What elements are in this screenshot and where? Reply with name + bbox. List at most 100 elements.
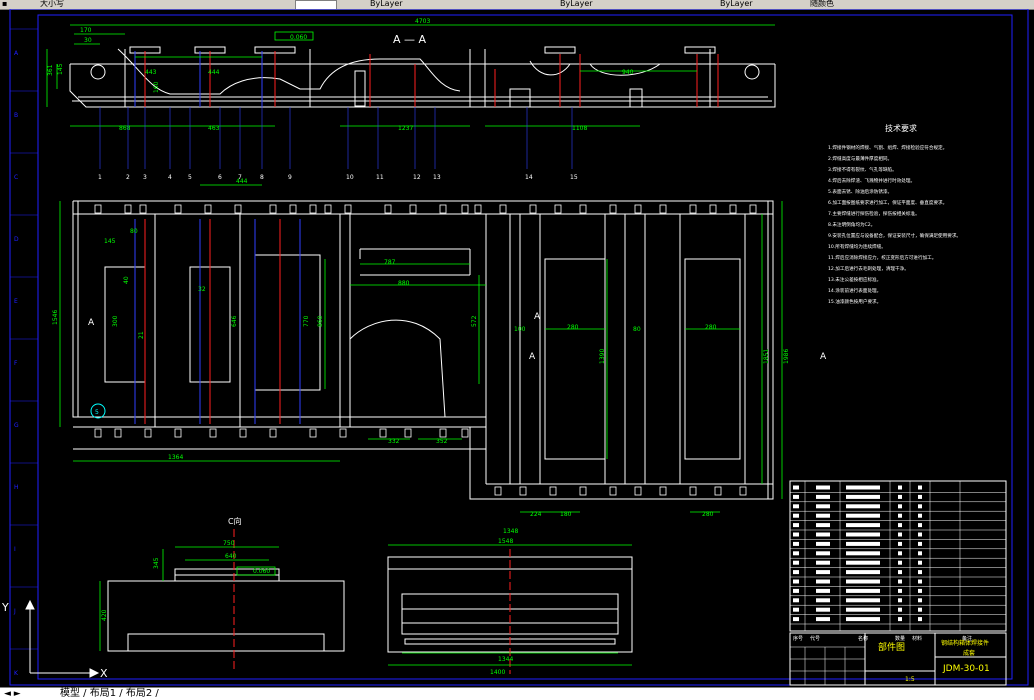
bom-index-cell [793, 617, 799, 622]
bom-index-cell [793, 551, 799, 556]
tech-requirement-line: 5.表面去锈、除油后涂防锈漆。 [828, 188, 892, 195]
plan-dimensions: 444 1364 787 880 100 280 1390 80 280 185… [52, 178, 790, 518]
dim-plan-572: 572 [471, 315, 478, 327]
mounting-hole-bottom [404, 428, 412, 438]
dim-160: 160 [153, 81, 160, 93]
ucs-icon: X Y [1, 599, 108, 680]
dim-c-flatness: 0.060 [253, 568, 270, 575]
plotstyle-combo[interactable]: 随颜色 [810, 0, 870, 9]
tech-requirement-line: 9.安装孔位置应与设备配合，保证安装尺寸，确保满足使用要求。 [828, 232, 961, 239]
mounting-hole-bottom [659, 486, 667, 496]
bom-code-cell [816, 494, 830, 499]
grid-row-label: F [14, 360, 18, 367]
linetype-bylayer[interactable]: ByLayer [560, 0, 620, 9]
bom-index-cell [793, 607, 799, 612]
dim-170: 170 [80, 27, 92, 34]
balloon-number: 9 [288, 174, 292, 181]
dim-plan-224: 224 [530, 511, 542, 518]
bom-code-cell [816, 588, 830, 593]
tab-nav-arrows[interactable]: ◄ ► [4, 689, 21, 699]
grid-row-label: J [13, 608, 16, 615]
mounting-hole-top [409, 204, 417, 214]
dim-plan-1851: 1851 [763, 349, 770, 364]
tech-requirement-line: 3.焊接不得有裂纹、气孔等缺陷。 [828, 166, 897, 173]
bom-code-cell [816, 579, 830, 584]
mounting-hole-bottom [609, 486, 617, 496]
bom-table: 序号 代号 名称 数量 材料 备注 [789, 480, 1007, 642]
mounting-hole-top [344, 204, 352, 214]
mounting-hole-top [124, 204, 132, 214]
dim-868: 868 [119, 125, 131, 132]
section-mark-a4: A [820, 352, 827, 362]
mounting-hole-top [689, 204, 697, 214]
mounting-hole-bottom [174, 428, 182, 438]
bom-index-cell [793, 588, 799, 593]
tech-requirement-line: 11.焊后应消除焊接应力，校正变形后方可进行加工。 [828, 254, 936, 261]
tech-requirement-line: 14.涂装前进行表面处理。 [828, 287, 881, 294]
mounting-hole-top [749, 204, 757, 214]
view-c: C向 [107, 516, 345, 652]
lineweight-bylayer[interactable]: ByLayer [720, 0, 780, 9]
grid-row-label: K [14, 670, 19, 677]
grid-row-label: I [14, 546, 16, 553]
bom-name-cell [846, 570, 880, 575]
section-blue-lines [134, 51, 263, 107]
dim-plan-332: 332 [388, 438, 400, 445]
dim-front-1548: 1548 [498, 538, 513, 545]
mounting-hole-bottom [114, 428, 122, 438]
dim-940: 940 [622, 69, 634, 76]
cad-drawing-canvas[interactable]: ABCDEFGHIJK A — A 4703 170 30 443 444 0.… [0, 9, 1034, 687]
bom-index-cell [793, 504, 799, 509]
mounting-hole-bottom [494, 486, 502, 496]
mounting-hole-bottom [439, 428, 447, 438]
section-mark-a1: A [534, 312, 541, 322]
bom-code-cell [816, 570, 830, 575]
mounting-hole-bottom [94, 428, 102, 438]
layer-combo[interactable]: 大小写 [40, 0, 70, 9]
mounting-hole-top [204, 204, 212, 214]
bom-index-cell [793, 560, 799, 565]
technical-requirements: 技术要求 1.焊接件钢材的焊接、气割、组焊、焊接检验应符合规定。 2.焊缝高度与最… [828, 123, 961, 305]
plan-centerlines [144, 219, 281, 424]
layer-icon[interactable]: ▪ [2, 0, 12, 9]
dim-444: 444 [208, 69, 220, 76]
dim-plan-1986: 1986 [783, 349, 790, 364]
mounting-hole-top [234, 204, 242, 214]
balloon-number: 1 [98, 174, 102, 181]
dim-plan-80b: 80 [130, 228, 138, 235]
dim-front-1400: 1400 [490, 669, 505, 676]
dim-145: 145 [57, 63, 64, 75]
dim-plan-21: 21 [138, 331, 145, 339]
dim-463: 463 [208, 125, 220, 132]
dim-1108: 1108 [572, 125, 587, 132]
dim-flatness: 0.060 [290, 34, 307, 41]
dim-443: 443 [145, 69, 157, 76]
bom-index-cell [793, 532, 799, 537]
mounting-hole-bottom [309, 428, 317, 438]
section-centerlines [144, 51, 719, 107]
mounting-hole-top [554, 204, 562, 214]
bom-header-label: 代号 [810, 635, 820, 642]
bom-name-cell [846, 551, 880, 556]
grid-row-label: H [14, 484, 19, 491]
bom-index-cell [793, 579, 799, 584]
view-c-title: C向 [228, 516, 242, 526]
mounting-hole-bottom [714, 486, 722, 496]
dim-plan-646: 646 [231, 315, 238, 327]
mounting-hole-bottom [144, 428, 152, 438]
dim-plan-280c: 280 [702, 511, 714, 518]
mounting-hole-top [499, 204, 507, 214]
ucs-y-label: Y [1, 601, 9, 614]
ucs-x-label: X [100, 667, 108, 680]
layout-tabs[interactable]: 模型 / 布局1 / 布局2 / [60, 688, 159, 700]
balloon-number: 3 [143, 174, 147, 181]
color-bylayer[interactable]: ByLayer [370, 0, 430, 9]
mounting-hole-bottom [339, 428, 347, 438]
dim-1237: 1237 [398, 125, 413, 132]
bom-name-cell [846, 588, 880, 593]
balloon-number: 11 [376, 174, 384, 181]
dim-c-750: 750 [223, 540, 235, 547]
title-material: 成套 [963, 649, 975, 657]
dim-plan-1364: 1364 [168, 454, 183, 461]
dim-overall-length: 4703 [415, 18, 430, 25]
